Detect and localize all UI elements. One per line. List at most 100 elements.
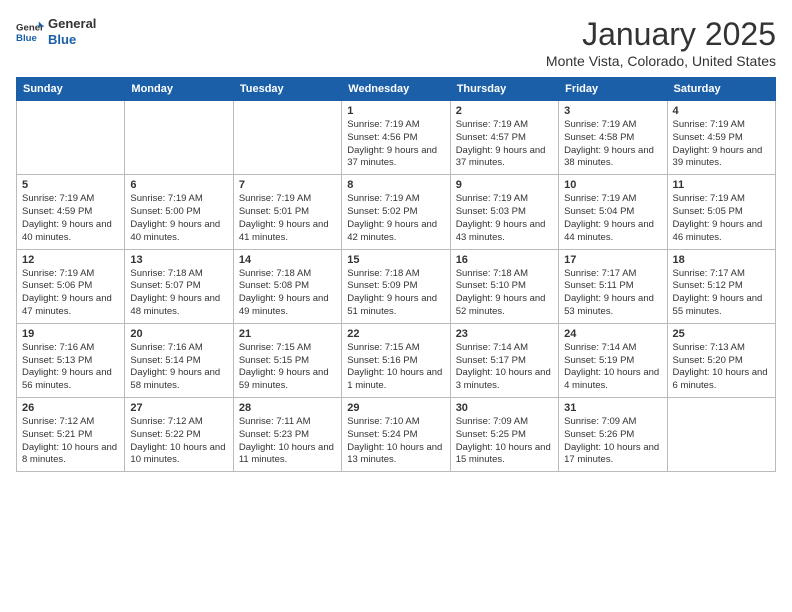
week-row-2: 5Sunrise: 7:19 AMSunset: 4:59 PMDaylight… xyxy=(17,175,776,249)
day-info: Sunrise: 7:15 AM xyxy=(239,342,336,355)
day-info: Daylight: 10 hours and 4 minutes. xyxy=(564,367,661,393)
day-info: Sunset: 5:06 PM xyxy=(22,280,119,293)
calendar-cell: 20Sunrise: 7:16 AMSunset: 5:14 PMDayligh… xyxy=(125,323,233,397)
day-number: 11 xyxy=(673,179,770,191)
day-info: Sunrise: 7:12 AM xyxy=(130,416,227,429)
day-info: Daylight: 9 hours and 49 minutes. xyxy=(239,293,336,319)
calendar-cell: 23Sunrise: 7:14 AMSunset: 5:17 PMDayligh… xyxy=(450,323,558,397)
day-info: Sunset: 5:24 PM xyxy=(347,429,444,442)
day-info: Daylight: 9 hours and 47 minutes. xyxy=(22,293,119,319)
day-info: Sunset: 5:02 PM xyxy=(347,206,444,219)
header-wednesday: Wednesday xyxy=(342,78,450,101)
day-info: Sunset: 5:08 PM xyxy=(239,280,336,293)
day-info: Sunset: 5:14 PM xyxy=(130,355,227,368)
header-thursday: Thursday xyxy=(450,78,558,101)
day-number: 8 xyxy=(347,179,444,191)
day-number: 21 xyxy=(239,328,336,340)
header-sunday: Sunday xyxy=(17,78,125,101)
day-number: 17 xyxy=(564,254,661,266)
day-info: Daylight: 10 hours and 15 minutes. xyxy=(456,442,553,468)
calendar-cell: 10Sunrise: 7:19 AMSunset: 5:04 PMDayligh… xyxy=(559,175,667,249)
day-number: 6 xyxy=(130,179,227,191)
day-info: Sunset: 4:56 PM xyxy=(347,132,444,145)
day-info: Sunrise: 7:19 AM xyxy=(22,268,119,281)
day-info: Sunset: 5:01 PM xyxy=(239,206,336,219)
day-number: 18 xyxy=(673,254,770,266)
day-number: 31 xyxy=(564,402,661,414)
calendar-cell: 16Sunrise: 7:18 AMSunset: 5:10 PMDayligh… xyxy=(450,249,558,323)
day-info: Daylight: 10 hours and 17 minutes. xyxy=(564,442,661,468)
week-row-1: 1Sunrise: 7:19 AMSunset: 4:56 PMDaylight… xyxy=(17,101,776,175)
logo: General Blue General Blue xyxy=(16,16,96,47)
day-info: Sunset: 5:19 PM xyxy=(564,355,661,368)
day-info: Daylight: 9 hours and 46 minutes. xyxy=(673,219,770,245)
calendar-cell: 12Sunrise: 7:19 AMSunset: 5:06 PMDayligh… xyxy=(17,249,125,323)
day-info: Daylight: 9 hours and 55 minutes. xyxy=(673,293,770,319)
day-info: Sunset: 5:12 PM xyxy=(673,280,770,293)
day-number: 16 xyxy=(456,254,553,266)
calendar-cell: 27Sunrise: 7:12 AMSunset: 5:22 PMDayligh… xyxy=(125,398,233,472)
day-number: 5 xyxy=(22,179,119,191)
day-info: Sunset: 5:16 PM xyxy=(347,355,444,368)
calendar-cell xyxy=(667,398,775,472)
week-row-3: 12Sunrise: 7:19 AMSunset: 5:06 PMDayligh… xyxy=(17,249,776,323)
day-number: 26 xyxy=(22,402,119,414)
logo-icon: General Blue xyxy=(16,18,44,46)
calendar-cell: 13Sunrise: 7:18 AMSunset: 5:07 PMDayligh… xyxy=(125,249,233,323)
day-info: Sunset: 5:20 PM xyxy=(673,355,770,368)
calendar-cell: 29Sunrise: 7:10 AMSunset: 5:24 PMDayligh… xyxy=(342,398,450,472)
day-info: Sunrise: 7:14 AM xyxy=(564,342,661,355)
day-info: Sunrise: 7:19 AM xyxy=(456,193,553,206)
day-info: Sunrise: 7:15 AM xyxy=(347,342,444,355)
day-info: Daylight: 9 hours and 40 minutes. xyxy=(22,219,119,245)
day-info: Daylight: 9 hours and 38 minutes. xyxy=(564,145,661,171)
day-number: 30 xyxy=(456,402,553,414)
day-info: Daylight: 10 hours and 6 minutes. xyxy=(673,367,770,393)
calendar-cell: 3Sunrise: 7:19 AMSunset: 4:58 PMDaylight… xyxy=(559,101,667,175)
day-info: Daylight: 9 hours and 44 minutes. xyxy=(564,219,661,245)
week-row-5: 26Sunrise: 7:12 AMSunset: 5:21 PMDayligh… xyxy=(17,398,776,472)
day-number: 14 xyxy=(239,254,336,266)
day-info: Daylight: 9 hours and 53 minutes. xyxy=(564,293,661,319)
day-info: Sunset: 5:04 PM xyxy=(564,206,661,219)
calendar-cell: 9Sunrise: 7:19 AMSunset: 5:03 PMDaylight… xyxy=(450,175,558,249)
day-info: Sunrise: 7:19 AM xyxy=(22,193,119,206)
day-info: Sunset: 5:10 PM xyxy=(456,280,553,293)
month-title: January 2025 xyxy=(546,16,776,53)
calendar-cell: 6Sunrise: 7:19 AMSunset: 5:00 PMDaylight… xyxy=(125,175,233,249)
calendar-cell: 31Sunrise: 7:09 AMSunset: 5:26 PMDayligh… xyxy=(559,398,667,472)
day-number: 29 xyxy=(347,402,444,414)
day-info: Sunset: 4:59 PM xyxy=(22,206,119,219)
day-number: 27 xyxy=(130,402,227,414)
calendar-cell: 26Sunrise: 7:12 AMSunset: 5:21 PMDayligh… xyxy=(17,398,125,472)
day-info: Sunrise: 7:19 AM xyxy=(673,119,770,132)
calendar-cell: 11Sunrise: 7:19 AMSunset: 5:05 PMDayligh… xyxy=(667,175,775,249)
day-info: Sunrise: 7:19 AM xyxy=(673,193,770,206)
calendar-cell: 21Sunrise: 7:15 AMSunset: 5:15 PMDayligh… xyxy=(233,323,341,397)
calendar-cell: 24Sunrise: 7:14 AMSunset: 5:19 PMDayligh… xyxy=(559,323,667,397)
day-info: Sunrise: 7:12 AM xyxy=(22,416,119,429)
day-info: Sunset: 5:11 PM xyxy=(564,280,661,293)
day-info: Sunrise: 7:19 AM xyxy=(564,193,661,206)
day-info: Sunset: 4:59 PM xyxy=(673,132,770,145)
day-info: Sunrise: 7:18 AM xyxy=(130,268,227,281)
calendar-cell: 19Sunrise: 7:16 AMSunset: 5:13 PMDayligh… xyxy=(17,323,125,397)
day-number: 23 xyxy=(456,328,553,340)
day-info: Sunrise: 7:17 AM xyxy=(564,268,661,281)
day-info: Sunrise: 7:18 AM xyxy=(239,268,336,281)
calendar-cell: 15Sunrise: 7:18 AMSunset: 5:09 PMDayligh… xyxy=(342,249,450,323)
day-number: 7 xyxy=(239,179,336,191)
day-info: Sunrise: 7:14 AM xyxy=(456,342,553,355)
day-info: Daylight: 9 hours and 58 minutes. xyxy=(130,367,227,393)
day-info: Sunrise: 7:16 AM xyxy=(130,342,227,355)
day-info: Sunset: 5:25 PM xyxy=(456,429,553,442)
day-info: Daylight: 9 hours and 56 minutes. xyxy=(22,367,119,393)
day-info: Sunrise: 7:19 AM xyxy=(347,193,444,206)
day-info: Sunrise: 7:11 AM xyxy=(239,416,336,429)
day-info: Sunrise: 7:13 AM xyxy=(673,342,770,355)
day-info: Daylight: 9 hours and 59 minutes. xyxy=(239,367,336,393)
day-info: Daylight: 9 hours and 39 minutes. xyxy=(673,145,770,171)
day-info: Sunrise: 7:19 AM xyxy=(564,119,661,132)
day-info: Sunrise: 7:17 AM xyxy=(673,268,770,281)
calendar-cell: 4Sunrise: 7:19 AMSunset: 4:59 PMDaylight… xyxy=(667,101,775,175)
